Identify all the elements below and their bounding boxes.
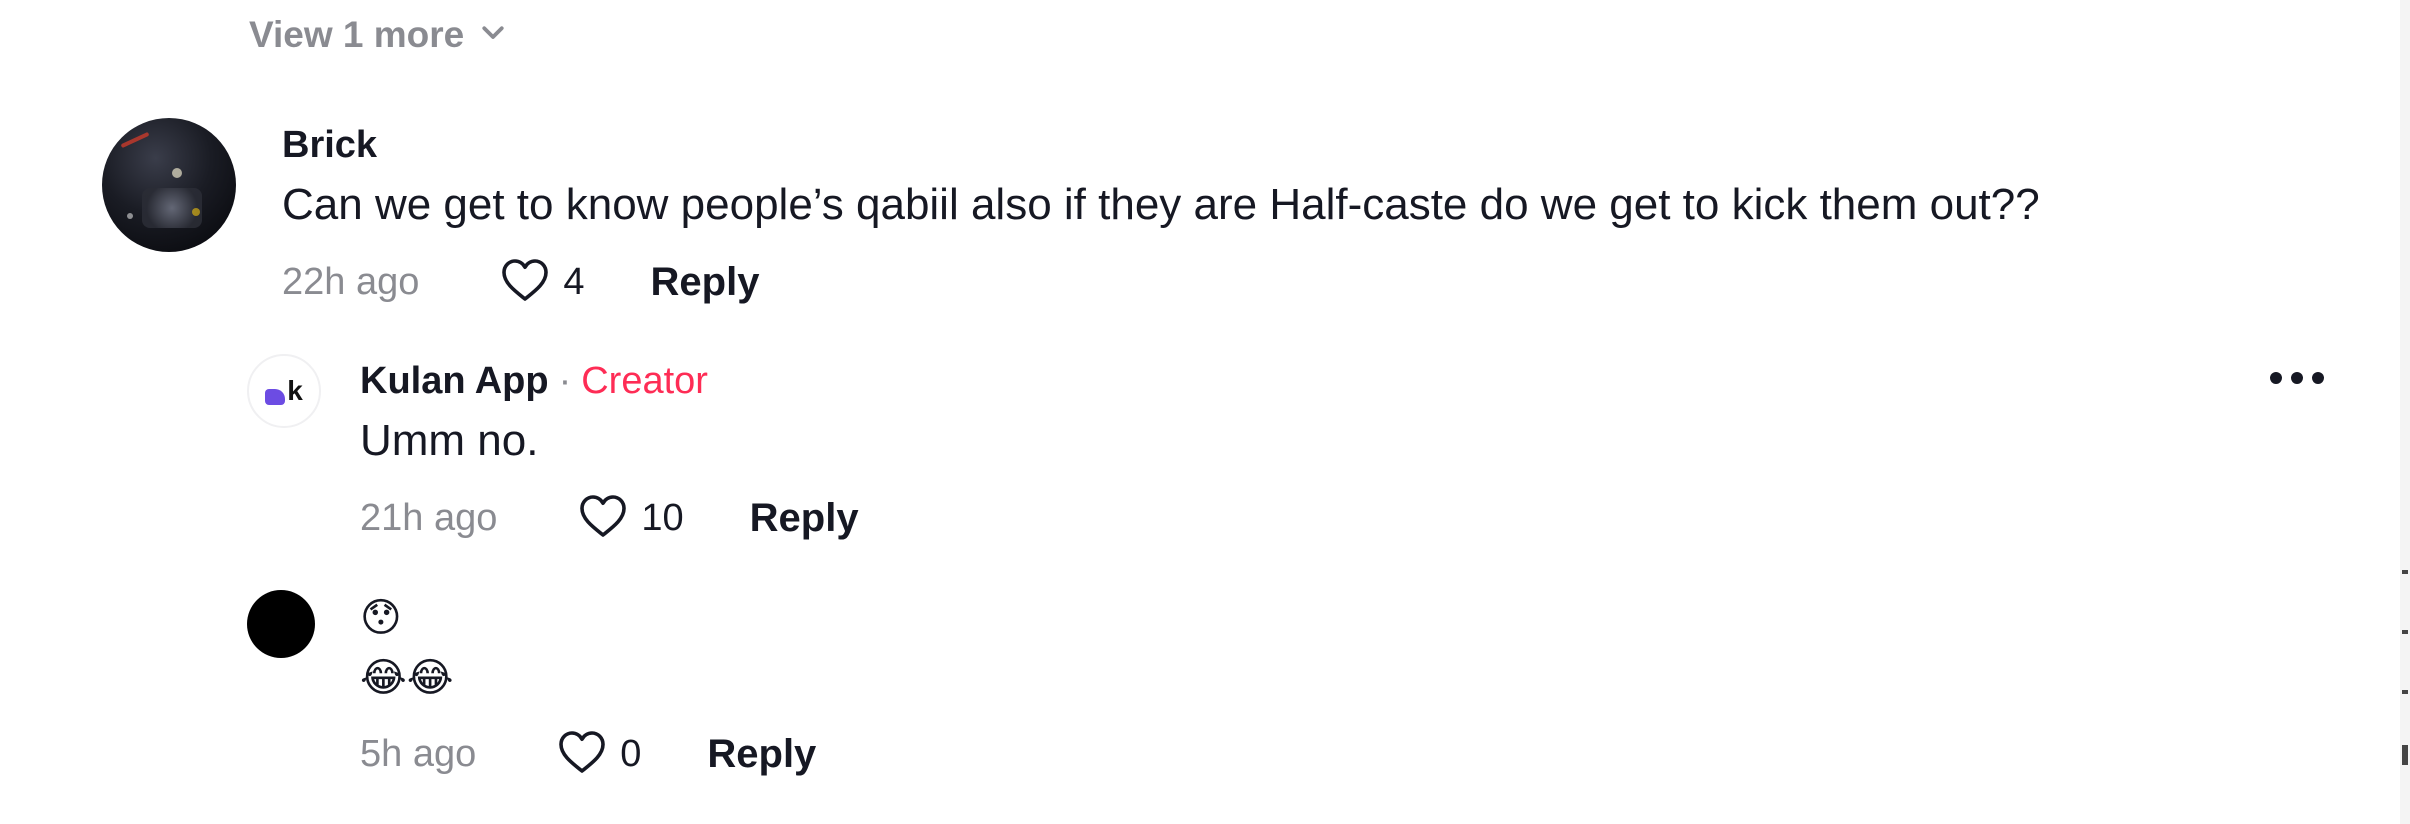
- comment-timestamp: 21h ago: [360, 497, 498, 539]
- comment-text: Can we get to know people’s qabiil also …: [282, 180, 2040, 229]
- avatar[interactable]: k: [247, 354, 321, 428]
- heart-outline-icon: [556, 728, 608, 781]
- separator: ·: [558, 360, 572, 402]
- view-more-replies-button[interactable]: View 1 more: [249, 14, 508, 56]
- reply-button[interactable]: Reply: [750, 496, 859, 541]
- comment-username[interactable]: Brick: [282, 124, 377, 167]
- view-more-label: View 1 more: [249, 14, 465, 55]
- comment-meta: 21h ago 10 Reply: [360, 492, 859, 545]
- comment-timestamp: 22h ago: [282, 261, 420, 303]
- comment-meta: 22h ago 4 Reply: [282, 256, 759, 309]
- kulan-logo-icon: k: [265, 377, 303, 405]
- like-button[interactable]: 0: [556, 728, 641, 781]
- adjacent-panel-edge: [2400, 0, 2410, 824]
- more-horizontal-icon[interactable]: [2270, 372, 2324, 384]
- comments-panel: View 1 more Brick Can we get to know peo…: [0, 0, 2410, 824]
- comment-username[interactable]: Kulan App: [360, 360, 549, 402]
- like-count: 4: [563, 261, 585, 303]
- like-button[interactable]: 10: [577, 492, 684, 545]
- comment-username-row: Kulan App · Creator: [360, 360, 708, 403]
- comment-text: Umm no.: [360, 416, 539, 465]
- comment-emoji-line: 😯: [360, 595, 402, 641]
- avatar[interactable]: [247, 590, 315, 658]
- heart-outline-icon: [577, 492, 629, 545]
- avatar[interactable]: [102, 118, 236, 252]
- comment-meta: 5h ago 0 Reply: [360, 728, 816, 781]
- like-button[interactable]: 4: [499, 256, 585, 309]
- creator-badge: Creator: [581, 360, 708, 402]
- like-count: 10: [641, 497, 684, 539]
- comment-timestamp: 5h ago: [360, 733, 477, 775]
- like-count: 0: [620, 733, 642, 775]
- heart-outline-icon: [499, 256, 551, 309]
- reply-button[interactable]: Reply: [707, 732, 816, 777]
- comment-emoji-line: 😂😂: [360, 655, 454, 701]
- reply-button[interactable]: Reply: [651, 260, 760, 305]
- chevron-down-icon: [478, 14, 508, 56]
